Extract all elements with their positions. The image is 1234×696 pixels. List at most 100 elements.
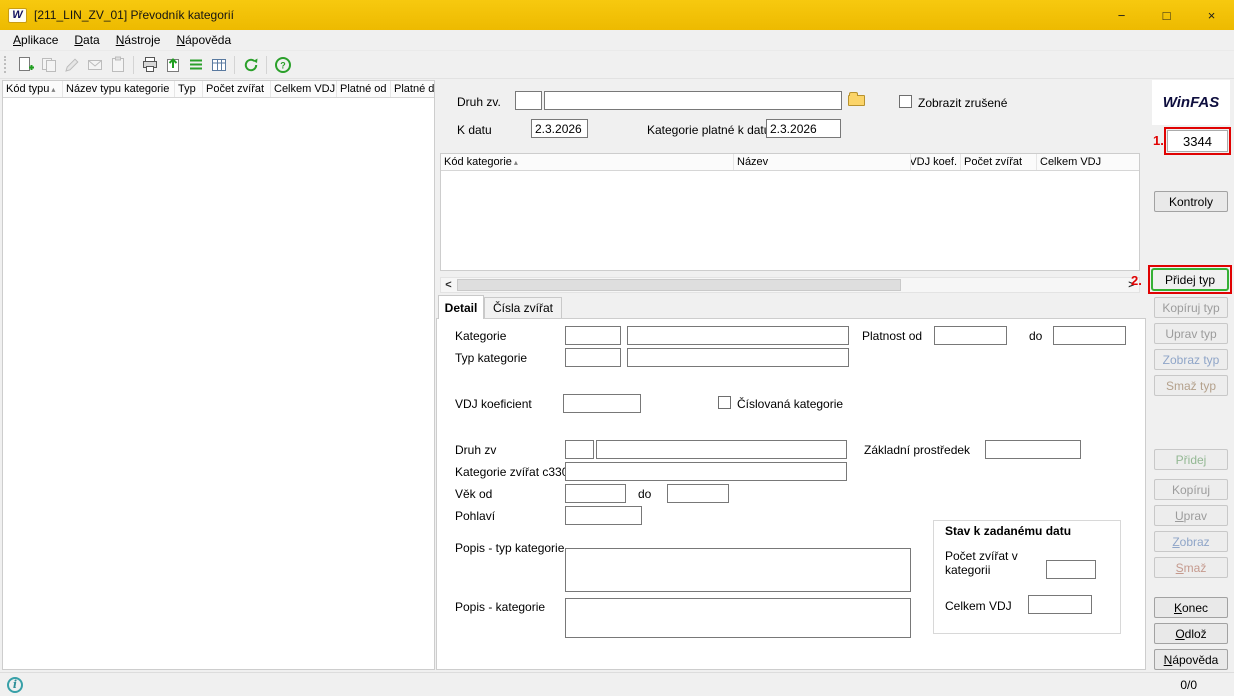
scroll-left-button[interactable]: < [441,278,456,292]
tab-label: Detail [445,301,478,315]
menu-label: Nástroje [116,33,161,47]
druh-zv-picker-button[interactable] [848,91,866,106]
kategorie-name-input[interactable] [627,326,849,345]
button-label: Smaž typ [1166,379,1216,393]
title-bar: W [211_LIN_ZV_01] Převodník kategorií − … [0,0,1234,30]
client-number-field[interactable]: 3344 [1167,130,1228,152]
druh-zv-code-input[interactable] [515,91,542,110]
menu-label: Nápověda [176,33,231,47]
column-header-celkem-vdj[interactable]: Celkem VDJ [271,81,337,97]
popis-typ-label: Popis - typ kategorie [455,541,564,555]
column-header-pocet-zvirat[interactable]: Počet zvířat [203,81,271,97]
vdj-koeficient-input[interactable] [563,394,641,413]
typ-kategorie-name-input[interactable] [627,348,849,367]
pohlavi-input[interactable] [565,506,642,525]
kategorie-zvirat-input[interactable] [565,462,847,481]
refresh-icon [242,56,260,74]
uprav-button: Uprav [1154,505,1228,526]
vek-od-label: Věk od [455,487,492,501]
paste-clipboard-button [106,53,129,76]
column-header-kod-typu[interactable]: Kód typu ▴ [3,81,63,97]
druh-zv-detail-name-input[interactable] [596,440,847,459]
print-button[interactable] [138,53,161,76]
tab-cisla-zvirat[interactable]: Čísla zvířat [484,297,562,318]
tab-detail[interactable]: Detail [438,295,484,319]
button-label: Přidej [1176,453,1207,467]
menu-data[interactable]: Data [66,31,107,50]
vek-do-input[interactable] [667,484,729,503]
new-record-button[interactable] [14,53,37,76]
column-header-pocet-zvirat[interactable]: Počet zvířat [961,154,1037,170]
list-view-button[interactable] [184,53,207,76]
column-header-platne-od[interactable]: Platné od [337,81,391,97]
stav-celkem-vdj-input[interactable] [1028,595,1092,614]
info-icon[interactable]: i [7,677,23,693]
vdj-koeficient-label: VDJ koeficient [455,397,532,411]
smaz-typ-button: Smaž typ [1154,375,1228,396]
minimize-button[interactable]: − [1099,0,1144,30]
zobrazit-zrusene-checkbox[interactable] [899,95,912,108]
column-header-typ[interactable]: Typ [175,81,203,97]
sort-asc-icon: ▴ [51,85,55,94]
stav-celkem-vdj-label: Celkem VDJ [945,599,1012,613]
popis-kategorie-textarea[interactable] [565,598,911,638]
vek-od-input[interactable] [565,484,626,503]
column-header-nazev-typu[interactable]: Název typu kategorie [63,81,175,97]
mail-icon [86,56,104,74]
export-button[interactable] [161,53,184,76]
pridej-typ-button[interactable]: Přidej typ [1151,268,1229,291]
table-view-button[interactable] [207,53,230,76]
kategorie-label: Kategorie [455,329,506,343]
column-header-kod-kategorie[interactable]: Kód kategorie ▴ [441,154,734,170]
new-record-icon [17,56,35,74]
kontroly-button[interactable]: Kontroly [1154,191,1228,212]
status-bar: i 0/0 [0,672,1234,696]
zobrazit-zrusene-label: Zobrazit zrušené [918,96,1007,110]
close-button[interactable]: × [1189,0,1234,30]
menu-label: Aplikace [13,33,58,47]
druh-zv-detail-code-input[interactable] [565,440,594,459]
vek-do-label: do [638,487,651,501]
winfas-app-icon: W [8,8,27,23]
platnost-do-label: do [1029,329,1042,343]
zakladni-prostredek-input[interactable] [985,440,1081,459]
copy-icon [40,56,58,74]
type-table-header: Kód typu ▴ Název typu kategorie Typ Poče… [3,81,434,98]
kopiruj-typ-button: Kopíruj typ [1154,297,1228,318]
platnost-od-input[interactable] [934,326,1007,345]
annotation-2-highlight: Přidej typ [1148,265,1232,294]
kategorie-platne-input[interactable] [766,119,841,138]
toolbar-separator [266,56,267,74]
column-header-celkem-vdj[interactable]: Celkem VDJ [1037,154,1139,170]
copy-record-button [37,53,60,76]
maximize-button[interactable]: □ [1144,0,1189,30]
pocet-zvirat-v-kategorii-label: Počet zvířat v kategorii [945,549,1043,577]
menu-aplikace[interactable]: Aplikace [5,31,66,50]
odloz-button[interactable]: Odlož [1154,623,1228,644]
cislovana-kategorie-checkbox[interactable] [718,396,731,409]
open-folder-icon [848,95,865,106]
button-label: Nápověda [1164,653,1219,667]
scrollbar-thumb[interactable] [457,279,901,291]
typ-kategorie-code-input[interactable] [565,348,621,367]
refresh-button[interactable] [239,53,262,76]
menu-nastroje[interactable]: Nástroje [108,31,169,50]
column-header-platne-do[interactable]: Platné do [391,81,434,97]
kategorie-code-input[interactable] [565,326,621,345]
column-header-nazev[interactable]: Název [734,154,911,170]
konec-button[interactable]: Konec [1154,597,1228,618]
pocet-zvirat-v-kategorii-input[interactable] [1046,560,1096,579]
k-datu-input[interactable] [531,119,588,138]
menu-napoveda[interactable]: Nápověda [168,31,239,50]
platnost-do-input[interactable] [1053,326,1126,345]
edit-pencil-icon [63,56,81,74]
svg-text:?: ? [280,60,286,70]
help-button[interactable]: ? [271,53,294,76]
k-datu-label: K datu [457,123,492,137]
napoveda-button[interactable]: Nápověda [1154,649,1228,670]
column-header-vdj-koef[interactable]: VDJ koef. [911,154,961,170]
printer-icon [141,56,159,74]
button-label: Zobraz [1172,535,1209,549]
popis-typ-textarea[interactable] [565,548,911,592]
druh-zv-name-input[interactable] [544,91,842,110]
